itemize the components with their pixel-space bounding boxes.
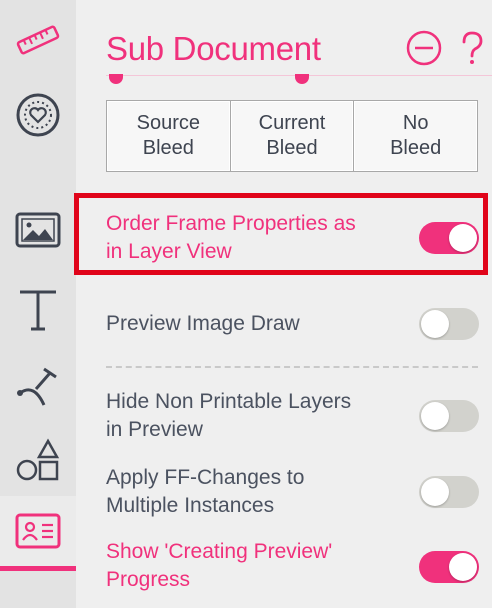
label-line: Show 'Creating Preview' [106, 540, 333, 563]
shapes-icon [16, 438, 60, 481]
toggle-knob [421, 402, 449, 430]
label-line: Progress [106, 568, 191, 591]
sidebar-item-ruler[interactable] [0, 10, 76, 70]
tool-sidebar [0, 0, 76, 608]
button-label: No [402, 112, 429, 134]
toggle-knob [421, 478, 449, 506]
slider-handle-right[interactable] [295, 74, 309, 84]
section-divider [106, 366, 478, 368]
text-tool-icon [20, 290, 56, 331]
hide-non-printable-label: Hide Non Printable Layers in Preview [106, 388, 351, 444]
bleed-segmented-control: Source Bleed Current Bleed No Bleed [106, 100, 478, 172]
show-creating-preview-label: Show 'Creating Preview' Progress [106, 538, 332, 594]
button-label: Bleed [390, 137, 442, 159]
source-bleed-button[interactable]: Source Bleed [107, 101, 231, 171]
id-card-icon [15, 513, 61, 549]
button-label: Bleed [266, 137, 318, 159]
question-icon [462, 31, 483, 64]
button-label: Bleed [142, 137, 194, 159]
sidebar-item-shapes[interactable] [0, 430, 76, 490]
apply-ff-changes-toggle[interactable] [419, 476, 479, 508]
sidebar-item-subdocument[interactable] [0, 496, 76, 566]
active-tab-indicator [0, 566, 76, 571]
sidebar-item-text[interactable] [0, 280, 76, 340]
current-bleed-button[interactable]: Current Bleed [231, 101, 355, 171]
collapse-button[interactable] [406, 30, 442, 66]
preview-image-draw-label: Preview Image Draw [106, 310, 300, 338]
toggle-knob [449, 553, 477, 581]
label-line: Multiple Instances [106, 494, 275, 517]
sidebar-item-pen[interactable] [0, 355, 76, 415]
label-line: Hide Non Printable Layers [106, 390, 352, 413]
image-icon [15, 212, 61, 248]
hide-non-printable-toggle[interactable] [419, 400, 479, 432]
show-creating-preview-toggle[interactable] [419, 551, 479, 583]
button-label: Source [136, 112, 201, 134]
slider-handle-left[interactable] [109, 74, 123, 84]
preview-image-draw-toggle[interactable] [419, 308, 479, 340]
highlight-box [74, 193, 488, 275]
toggle-knob [421, 310, 449, 338]
no-bleed-button[interactable]: No Bleed [354, 101, 477, 171]
sidebar-item-image[interactable] [0, 200, 76, 260]
sub-document-panel: Sub Document Source Bleed Current Bleed No… [76, 0, 492, 608]
heart-badge-icon [16, 93, 60, 137]
pen-tool-icon [17, 367, 57, 406]
panel-title: Sub Document [106, 30, 321, 67]
apply-ff-changes-label: Apply FF-Changes to Multiple Instances [106, 464, 304, 520]
ruler-icon [16, 25, 60, 55]
help-button[interactable] [454, 30, 490, 66]
minus-circle-icon [406, 30, 442, 66]
button-label: Current [258, 112, 326, 134]
sidebar-item-badge[interactable] [0, 85, 76, 145]
label-line: Preview Image Draw [106, 312, 300, 335]
label-line: Apply FF-Changes to [106, 466, 305, 489]
label-line: in Preview [106, 418, 203, 441]
